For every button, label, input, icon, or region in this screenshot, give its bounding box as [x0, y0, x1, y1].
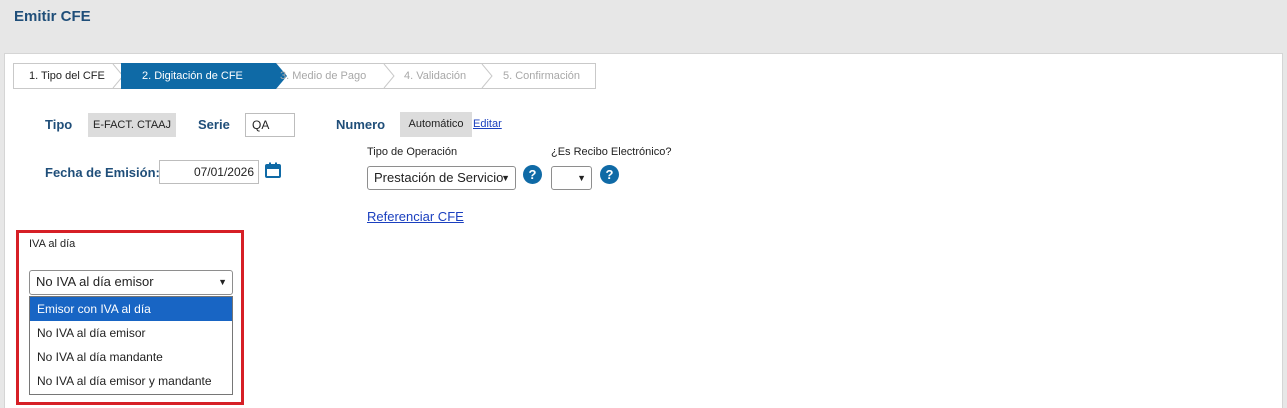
- calendar-icon[interactable]: [265, 162, 281, 178]
- iva-al-dia-value: No IVA al día emisor: [36, 274, 154, 289]
- help-icon[interactable]: ?: [600, 165, 619, 184]
- serie-label: Serie: [198, 117, 230, 132]
- chevron-down-icon: ▼: [501, 173, 510, 183]
- chevron-down-icon: ▼: [218, 277, 227, 287]
- tipo-operacion-label: Tipo de Operación: [367, 146, 458, 158]
- option-no-iva-emisor-mandante[interactable]: No IVA al día emisor y mandante: [30, 369, 232, 393]
- chevron-down-icon: ▼: [577, 173, 586, 183]
- option-emisor-con-iva[interactable]: Emisor con IVA al día: [30, 297, 232, 321]
- wizard-step-medio-pago: 3. Medio de Pago: [280, 70, 367, 82]
- option-no-iva-mandante[interactable]: No IVA al día mandante: [30, 345, 232, 369]
- wizard-step-confirmacion: 5. Confirmación: [503, 70, 581, 82]
- option-no-iva-emisor[interactable]: No IVA al día emisor: [30, 321, 232, 345]
- fecha-emision-label: Fecha de Emisión:: [45, 165, 160, 180]
- tipo-label: Tipo: [45, 117, 73, 132]
- step-separator-icon: [383, 64, 395, 88]
- editar-link[interactable]: Editar: [473, 118, 502, 130]
- help-icon[interactable]: ?: [523, 165, 542, 184]
- recibo-electronico-select[interactable]: ▼: [551, 166, 592, 190]
- recibo-electronico-label: ¿Es Recibo Electrónico?: [551, 146, 672, 158]
- numero-value: Automático: [400, 112, 472, 137]
- iva-al-dia-select[interactable]: No IVA al día emisor ▼: [29, 270, 233, 295]
- wizard-step-validacion: 4. Validación: [404, 70, 467, 82]
- fecha-emision-input[interactable]: 07/01/2026: [159, 160, 259, 184]
- iva-al-dia-dropdown: Emisor con IVA al día No IVA al día emis…: [29, 296, 233, 395]
- tipo-operacion-value: Prestación de Servicio: [374, 170, 504, 185]
- page-title: Emitir CFE: [14, 8, 91, 25]
- numero-label: Numero: [336, 117, 386, 132]
- tipo-value: E-FACT. CTAAJ: [88, 113, 176, 137]
- tipo-operacion-select[interactable]: Prestación de Servicio ▼: [367, 166, 516, 190]
- serie-field[interactable]: QA: [245, 113, 295, 137]
- wizard-steps: 1. Tipo del CFE 2. Digitación de CFE 3. …: [13, 63, 596, 89]
- step-separator-icon: [481, 64, 493, 88]
- wizard-step-digitacion[interactable]: 2. Digitación de CFE: [142, 64, 243, 88]
- referenciar-cfe-link[interactable]: Referenciar CFE: [367, 209, 464, 224]
- wizard-step-tipo[interactable]: 1. Tipo del CFE: [29, 64, 105, 88]
- iva-al-dia-label: IVA al día: [29, 238, 76, 250]
